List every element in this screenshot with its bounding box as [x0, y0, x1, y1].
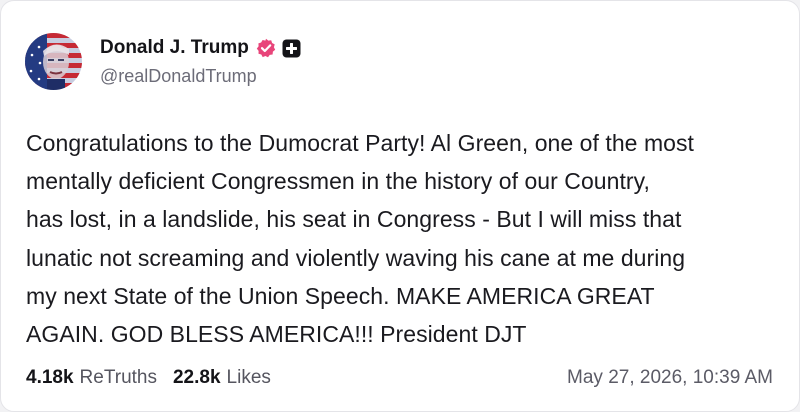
- retruths-label: ReTruths: [79, 367, 157, 388]
- author-display-name[interactable]: Donald J. Trump: [100, 37, 249, 59]
- post-header: Donald J. Trump @realDonaldTrump: [25, 33, 301, 91]
- name-row: Donald J. Trump: [100, 36, 301, 60]
- likes-count: 22.8k: [172, 367, 221, 388]
- likes-label: Likes: [226, 367, 271, 388]
- post-footer: 4.18k ReTruths 22.8k Likes May 27, 2026,…: [26, 365, 773, 391]
- post-card: Donald J. Trump @realDonaldTrump Congrat…: [0, 0, 800, 412]
- retruths-count: 4.18k: [26, 367, 74, 388]
- author-block: Donald J. Trump @realDonaldTrump: [100, 33, 301, 87]
- post-timestamp[interactable]: May 27, 2026, 10:39 AM: [567, 367, 773, 389]
- retruths-stat[interactable]: 4.18k ReTruths: [26, 367, 157, 389]
- verified-badge-icon: [256, 38, 276, 58]
- avatar-image: [25, 33, 82, 90]
- avatar[interactable]: [25, 33, 82, 90]
- post-body-text: Congratulations to the Dumocrat Party! A…: [26, 130, 694, 348]
- likes-stat[interactable]: 22.8k Likes: [173, 367, 271, 389]
- author-handle[interactable]: @realDonaldTrump: [100, 66, 301, 87]
- plus-square-icon: [282, 39, 301, 58]
